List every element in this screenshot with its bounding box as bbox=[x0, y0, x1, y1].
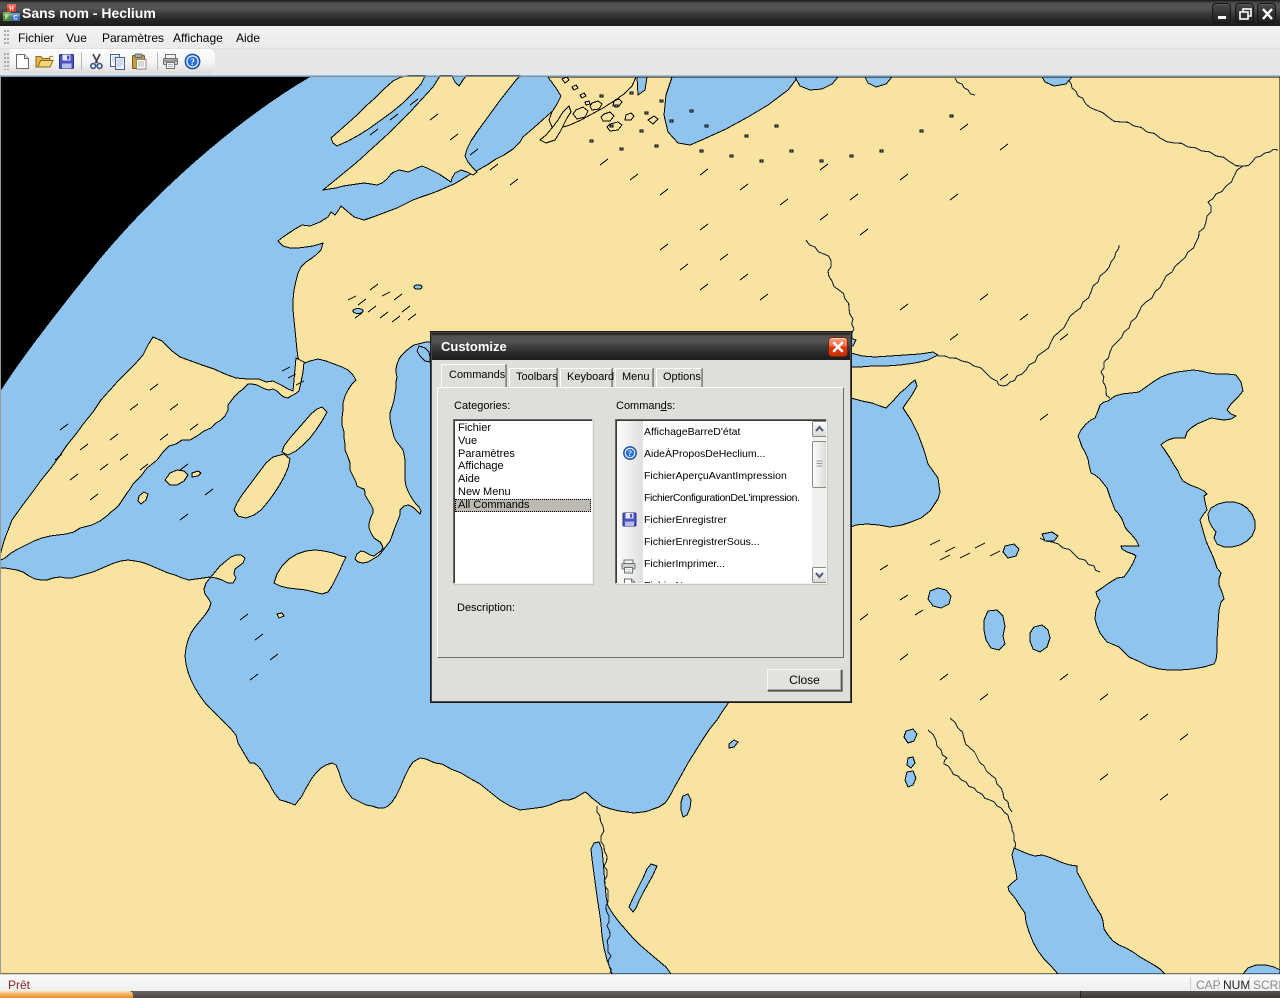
svg-text:H: H bbox=[9, 7, 13, 13]
svg-text:?: ? bbox=[628, 449, 632, 458]
svg-text:C: C bbox=[13, 16, 18, 22]
svg-text:F: F bbox=[5, 15, 9, 21]
svg-text:?: ? bbox=[190, 58, 195, 68]
